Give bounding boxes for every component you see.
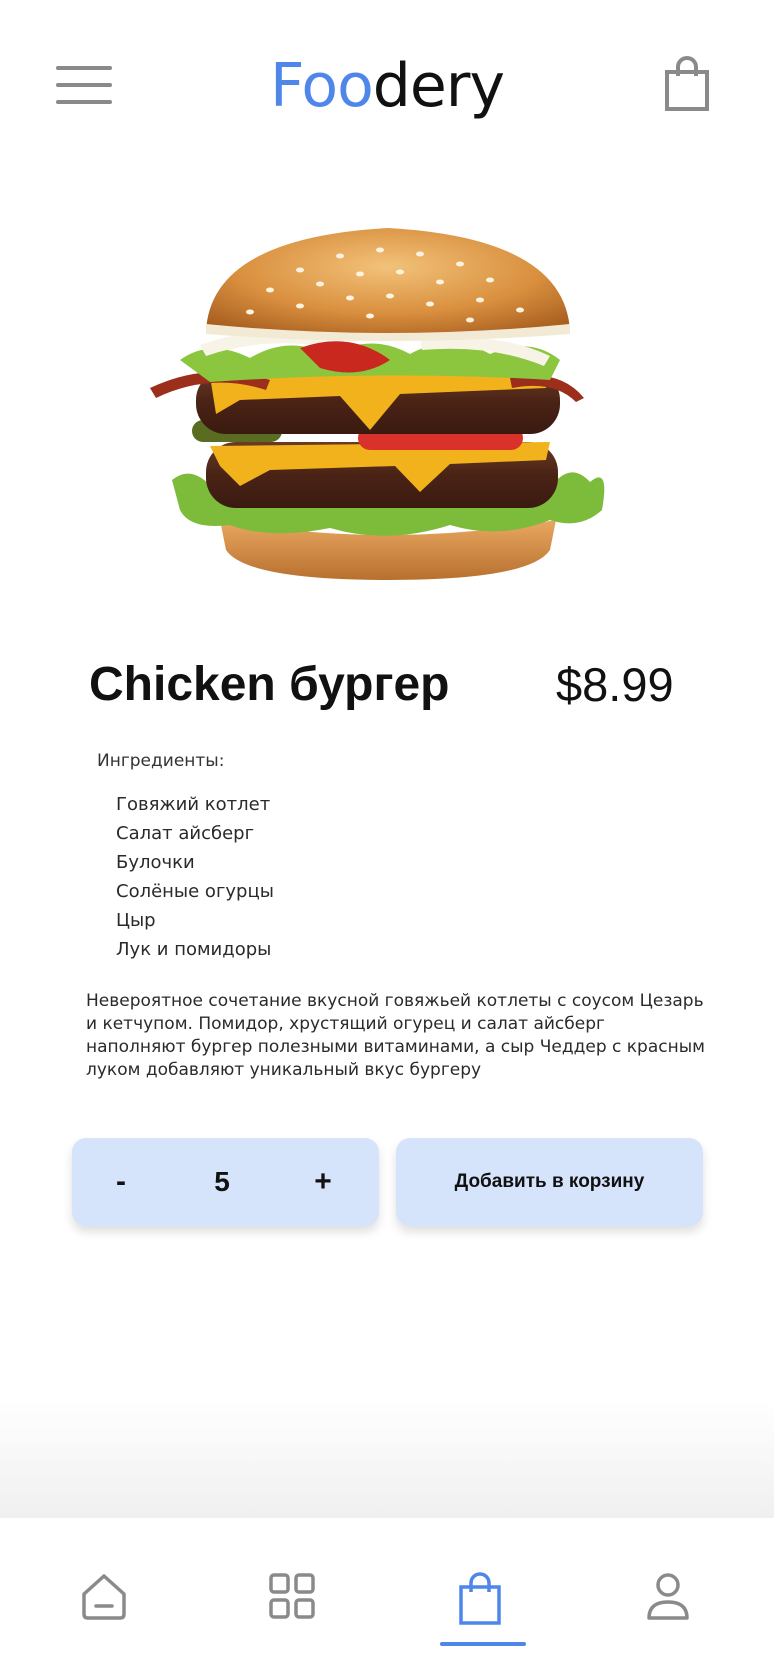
shopping-bag-icon[interactable]	[664, 56, 710, 112]
ingredients-heading: Ингредиенты:	[97, 751, 225, 771]
logo-part-dark: dery	[372, 51, 505, 121]
product-title: Chicken бургер	[89, 658, 450, 711]
burger-image	[150, 220, 626, 620]
decrement-button[interactable]: -	[96, 1138, 146, 1226]
product-description: Невероятное сочетание вкусной говяжьей к…	[86, 991, 705, 1080]
ingredient-item: Говяжий котлет	[116, 794, 271, 815]
quantity-value: 5	[214, 1166, 230, 1197]
ingredient-item: Салат айсберг	[116, 823, 255, 844]
ingredient-item: Цыр	[116, 910, 156, 931]
quantity-stepper: - 5 +	[72, 1138, 379, 1226]
bottom-fade	[0, 1400, 774, 1520]
add-to-cart-button[interactable]: Добавить в корзину	[396, 1138, 703, 1226]
increment-button[interactable]: +	[298, 1138, 348, 1226]
product-price: $8.99	[556, 658, 674, 711]
nav-home[interactable]	[44, 1518, 164, 1668]
ingredient-item: Лук и помидоры	[116, 939, 272, 960]
home-icon	[82, 1574, 126, 1620]
nav-profile[interactable]	[610, 1518, 730, 1668]
bottom-navigation	[0, 1518, 774, 1668]
app-logo: Foodery	[0, 48, 774, 124]
nav-catalog[interactable]	[232, 1518, 352, 1668]
active-tab-indicator	[440, 1642, 526, 1646]
user-icon	[647, 1573, 689, 1620]
app-header: Foodery	[0, 0, 774, 175]
ingredients-list: Говяжий котлет Салат айсберг Булочки Сол…	[116, 790, 274, 964]
nav-cart[interactable]	[422, 1518, 542, 1668]
ingredient-item: Булочки	[116, 852, 195, 873]
logo-part-accent: Foo	[270, 51, 374, 121]
grid-icon	[269, 1573, 315, 1619]
shopping-bag-icon	[459, 1572, 501, 1625]
ingredient-item: Солёные огурцы	[116, 881, 274, 902]
